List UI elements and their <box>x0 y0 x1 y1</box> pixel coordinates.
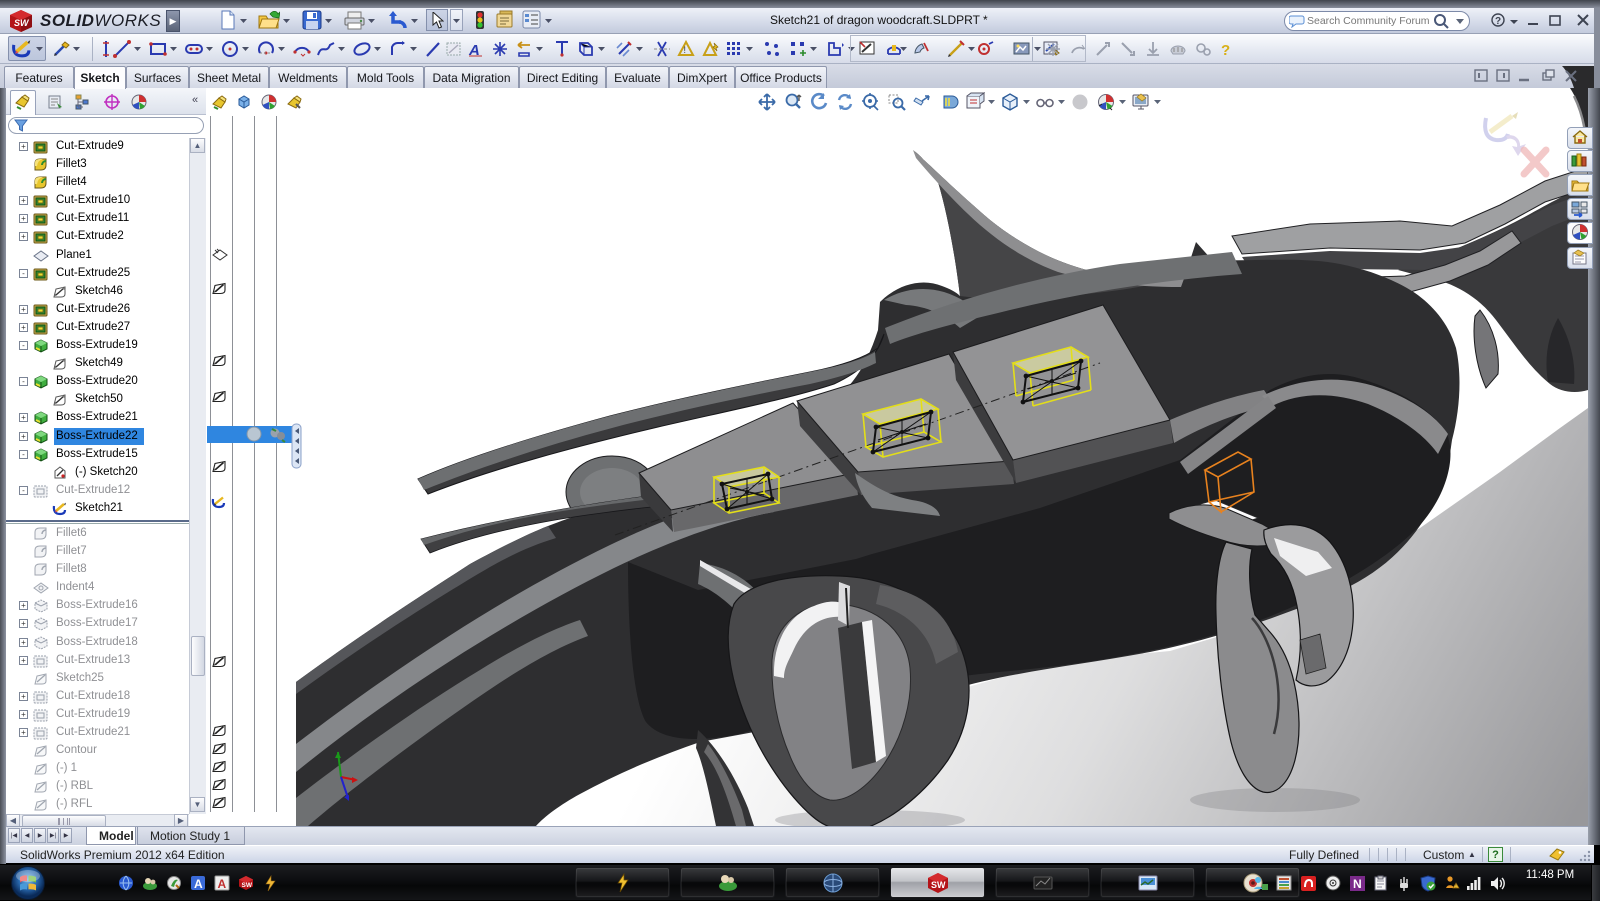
svg-text:A: A <box>194 877 203 891</box>
svg-text:A: A <box>218 877 227 891</box>
svg-text:?: ? <box>1495 16 1501 27</box>
svg-text:SW: SW <box>931 880 946 890</box>
svg-text:SW: SW <box>14 18 30 28</box>
svg-text:?: ? <box>1221 42 1230 59</box>
svg-text:N: N <box>1353 877 1362 891</box>
svg-text:SW: SW <box>242 882 253 889</box>
svg-text:!: ! <box>1455 884 1456 890</box>
svg-text:!: ! <box>684 45 687 55</box>
